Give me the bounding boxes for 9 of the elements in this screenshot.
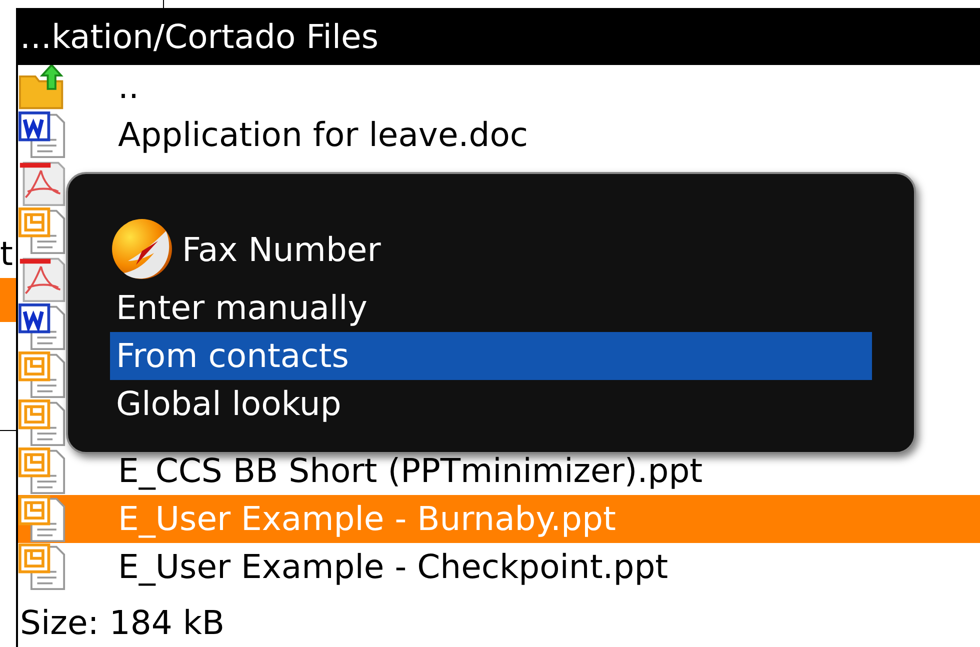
file-name: E_User Example - Checkpoint.ppt <box>118 546 668 588</box>
status-text: Size: 184 kB <box>19 603 226 643</box>
file-name: Application for leave.doc <box>118 114 528 156</box>
file-name: E_CCS BB Short (PPTminimizer).ppt <box>118 450 703 492</box>
list-item-text: t <box>0 234 13 274</box>
dialog-title: Fax Number <box>182 230 381 268</box>
file-name: E_User Example - Burnaby.ppt <box>118 498 616 540</box>
file-name: .. <box>118 66 139 108</box>
window-title: ...kation/Cortado Files <box>18 8 980 65</box>
